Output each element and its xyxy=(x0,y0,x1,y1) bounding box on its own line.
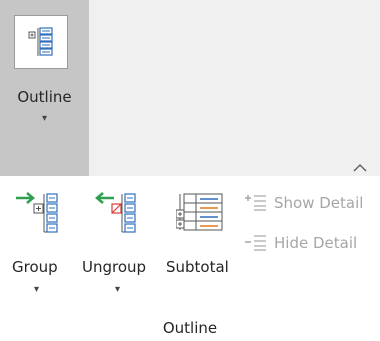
outline-group-caption: Outline xyxy=(162,319,218,337)
subtotal-icon xyxy=(176,193,223,231)
ungroup-button-label: Ungroup xyxy=(82,258,147,276)
outline-icon-box xyxy=(14,15,68,69)
ungroup-icon xyxy=(95,192,136,233)
group-icon xyxy=(16,192,58,233)
subtotal-button-label: Subtotal xyxy=(166,258,229,276)
hide-detail-icon xyxy=(245,235,266,251)
chevron-up-icon[interactable] xyxy=(352,163,368,173)
collapsed-ribbon-strip: Outline ▾ xyxy=(0,0,380,176)
outline-dropdown-arrow: ▾ xyxy=(41,113,48,124)
ungroup-button[interactable]: Ungroup ▾ xyxy=(82,190,156,310)
excel-ribbon-outline-popup: Outline ▾ Group ▾ Ungroup ▾ Subtotal Sho… xyxy=(0,0,380,341)
hide-detail-button[interactable]: Hide Detail xyxy=(244,232,357,254)
group-button-label: Group xyxy=(12,258,58,276)
show-detail-icon xyxy=(245,195,266,211)
outline-dropdown-button[interactable]: Outline ▾ xyxy=(0,0,89,176)
show-detail-label: Show Detail xyxy=(274,194,364,212)
show-detail-button[interactable]: Show Detail xyxy=(244,192,363,214)
outline-grid-icon xyxy=(28,27,53,56)
ungroup-dropdown-arrow: ▾ xyxy=(115,284,121,295)
outline-button-label: Outline xyxy=(17,88,72,106)
group-button[interactable]: Group ▾ xyxy=(12,190,62,310)
group-dropdown-arrow: ▾ xyxy=(34,284,40,295)
hide-detail-label: Hide Detail xyxy=(274,234,358,252)
subtotal-button[interactable]: Subtotal xyxy=(166,190,236,310)
